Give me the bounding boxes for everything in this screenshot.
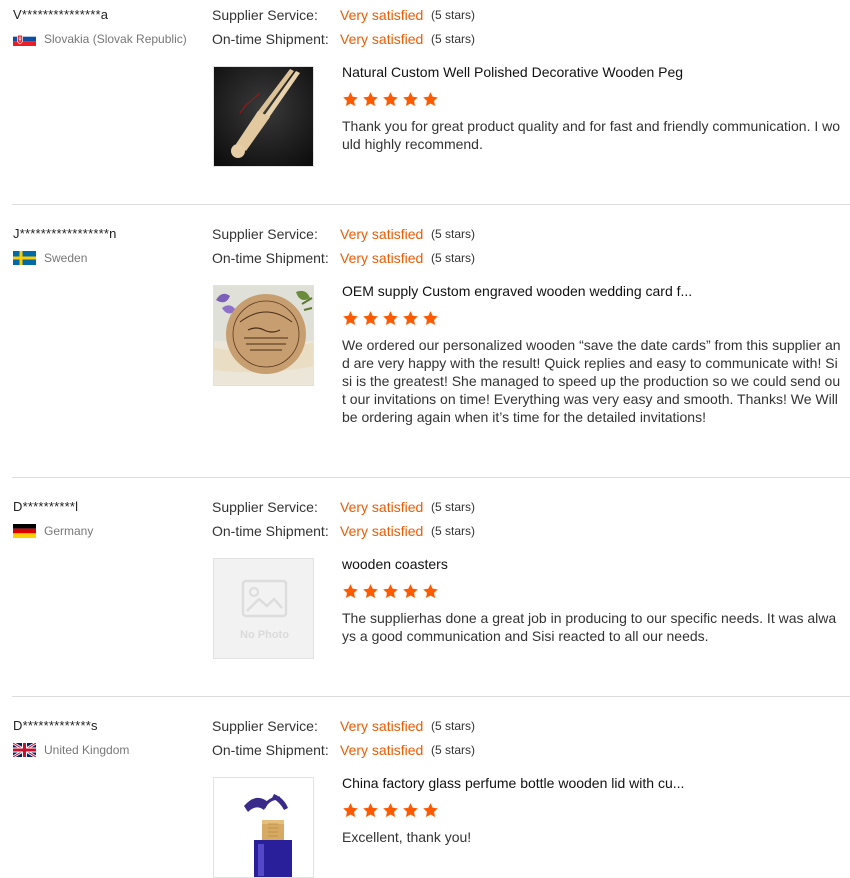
review-star-rating	[342, 91, 439, 108]
supplier-service-label: Supplier Service:	[212, 7, 318, 23]
engraved-wooden-card-photo	[214, 286, 313, 385]
on-time-shipment-stars: (5 stars)	[431, 32, 476, 46]
star-icon	[363, 584, 378, 598]
supplier-service-rating: Supplier Service: Very satisfied (5 star…	[212, 5, 475, 25]
reviewer-country: Sweden	[13, 250, 87, 266]
supplier-service-value: Very satisfied	[340, 226, 424, 242]
review-star-rating	[342, 310, 439, 327]
uk-flag-icon	[13, 743, 36, 757]
reviewer-name: D**********l	[13, 499, 79, 514]
review-star-rating	[342, 583, 439, 600]
on-time-shipment-label: On-time Shipment:	[212, 742, 329, 758]
star-icon	[423, 803, 438, 817]
star-icon	[403, 584, 418, 598]
star-icon	[363, 92, 378, 106]
supplier-service-rating: Supplier Service: Very satisfied (5 star…	[212, 224, 475, 244]
review-comment: The supplierhas done a great job in prod…	[342, 610, 837, 644]
product-title-link[interactable]: China factory glass perfume bottle woode…	[342, 775, 684, 791]
supplier-service-rating: Supplier Service: Very satisfied (5 star…	[212, 497, 475, 517]
on-time-shipment-label: On-time Shipment:	[212, 523, 329, 539]
review-comment: Excellent, thank you!	[342, 829, 472, 845]
perfume-bottle-photo	[214, 778, 313, 877]
on-time-shipment-value: Very satisfied	[340, 31, 424, 47]
star-icon	[383, 311, 398, 325]
on-time-shipment-value: Very satisfied	[340, 250, 424, 266]
supplier-service-rating: Supplier Service: Very satisfied (5 star…	[212, 716, 475, 736]
reviewer-country: Germany	[13, 523, 93, 539]
star-icon	[383, 803, 398, 817]
slovakia-flag-icon	[13, 32, 36, 46]
star-icon	[423, 92, 438, 106]
supplier-service-label: Supplier Service:	[212, 718, 318, 734]
reviewer-country: United Kingdom	[13, 742, 129, 758]
on-time-shipment-rating: On-time Shipment: Very satisfied (5 star…	[212, 248, 475, 268]
star-icon	[343, 92, 358, 106]
on-time-shipment-rating: On-time Shipment: Very satisfied (5 star…	[212, 521, 475, 541]
supplier-service-stars: (5 stars)	[431, 8, 476, 22]
star-icon	[403, 311, 418, 325]
star-icon	[423, 584, 438, 598]
on-time-shipment-rating: On-time Shipment: Very satisfied (5 star…	[212, 740, 475, 760]
country-name: United Kingdom	[44, 743, 130, 757]
on-time-shipment-label: On-time Shipment:	[212, 250, 329, 266]
supplier-service-value: Very satisfied	[340, 718, 424, 734]
no-photo-text: No Photo	[240, 629, 289, 641]
product-thumbnail[interactable]: No Photo	[213, 558, 314, 659]
country-name: Sweden	[44, 251, 88, 265]
supplier-service-stars: (5 stars)	[431, 500, 476, 514]
star-icon	[363, 803, 378, 817]
on-time-shipment-value: Very satisfied	[340, 742, 424, 758]
on-time-shipment-label: On-time Shipment:	[212, 31, 329, 47]
product-thumbnail[interactable]	[213, 777, 314, 878]
supplier-service-stars: (5 stars)	[431, 719, 476, 733]
supplier-service-value: Very satisfied	[340, 7, 424, 23]
reviewer-name: J*****************n	[13, 226, 117, 241]
star-icon	[383, 584, 398, 598]
star-icon	[423, 311, 438, 325]
product-thumbnail[interactable]	[213, 66, 314, 167]
star-icon	[343, 584, 358, 598]
star-icon	[343, 803, 358, 817]
country-name: Germany	[44, 524, 94, 538]
product-title-link[interactable]: wooden coasters	[342, 556, 448, 572]
review-divider	[12, 696, 850, 697]
product-title-link[interactable]: Natural Custom Well Polished Decorative …	[342, 64, 683, 80]
on-time-shipment-value: Very satisfied	[340, 523, 424, 539]
product-thumbnail[interactable]	[213, 285, 314, 386]
review-divider	[12, 477, 850, 478]
supplier-service-value: Very satisfied	[340, 499, 424, 515]
star-icon	[403, 92, 418, 106]
sweden-flag-icon	[13, 251, 36, 265]
review-divider	[12, 204, 850, 205]
on-time-shipment-stars: (5 stars)	[431, 251, 476, 265]
on-time-shipment-stars: (5 stars)	[431, 524, 476, 538]
star-icon	[343, 311, 358, 325]
reviewer-name: V***************a	[13, 7, 109, 22]
star-icon	[383, 92, 398, 106]
product-title-link[interactable]: OEM supply Custom engraved wooden weddin…	[342, 283, 692, 299]
supplier-service-label: Supplier Service:	[212, 226, 318, 242]
star-icon	[363, 311, 378, 325]
on-time-shipment-stars: (5 stars)	[431, 743, 476, 757]
review-star-rating	[342, 802, 439, 819]
wooden-peg-photo	[214, 67, 313, 166]
on-time-shipment-rating: On-time Shipment: Very satisfied (5 star…	[212, 29, 475, 49]
star-icon	[403, 803, 418, 817]
supplier-service-stars: (5 stars)	[431, 227, 476, 241]
country-name: Slovakia (Slovak Republic)	[44, 32, 187, 46]
review-comment: We ordered our personalized wooden “save…	[342, 337, 841, 425]
no-photo-placeholder: No Photo	[214, 559, 313, 658]
supplier-service-label: Supplier Service:	[212, 499, 318, 515]
review-comment: Thank you for great product quality and …	[342, 118, 841, 152]
reviewer-name: D*************s	[13, 718, 98, 733]
reviewer-country: Slovakia (Slovak Republic)	[13, 31, 187, 47]
germany-flag-icon	[13, 524, 36, 538]
